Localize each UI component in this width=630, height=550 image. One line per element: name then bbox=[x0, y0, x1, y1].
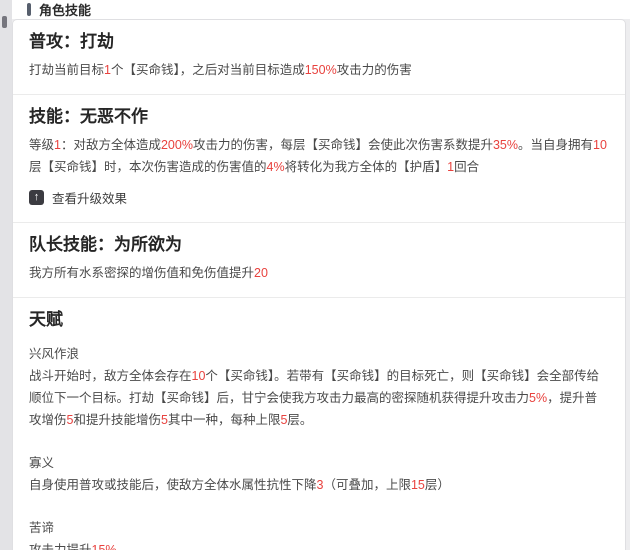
talent-description: 自身使用普攻或技能后，使敌方全体水属性抗性下降3（可叠加，上限15层） bbox=[29, 478, 450, 492]
talent-item: 苦谛 攻击力提升15% bbox=[29, 517, 609, 550]
talent-name: 苦谛 bbox=[29, 521, 55, 535]
scrollbar-thumb[interactable] bbox=[2, 16, 7, 28]
talents-heading: 天赋 bbox=[29, 310, 63, 329]
section-skill: 技能：无恶不作 等级1：对敌方全体造成200%攻击力的伤害，每层【买命钱】会使此… bbox=[13, 94, 625, 222]
left-scrollbar-track bbox=[0, 0, 12, 550]
talent-item: 寡义 自身使用普攻或技能后，使敌方全体水属性抗性下降3（可叠加，上限15层） bbox=[29, 452, 609, 496]
talent-description: 攻击力提升15% bbox=[29, 543, 117, 550]
normal-attack-heading: 普攻：打劫 bbox=[29, 32, 114, 51]
view-upgrade-button[interactable]: 查看升级效果 bbox=[29, 188, 127, 207]
normal-attack-description: 打劫当前目标1个【买命钱】，之后对当前目标造成150%攻击力的伤害 bbox=[29, 63, 412, 77]
page-title: 角色技能 bbox=[39, 3, 92, 18]
skill-description: 等级1：对敌方全体造成200%攻击力的伤害，每层【买命钱】会使此次伤害系数提升3… bbox=[29, 138, 607, 174]
section-header-bar: 角色技能 bbox=[12, 0, 630, 19]
talent-item: 兴风作浪 战斗开始时，敌方全体会存在10个【买命钱】。若带有【买命钱】的目标死亡… bbox=[29, 343, 609, 431]
heading-accent-bar bbox=[27, 3, 31, 16]
talent-name: 兴风作浪 bbox=[29, 347, 80, 361]
talent-name: 寡义 bbox=[29, 456, 55, 470]
content-column: 角色技能 普攻：打劫 打劫当前目标1个【买命钱】，之后对当前目标造成150%攻击… bbox=[12, 0, 630, 550]
section-leader-skill: 队长技能：为所欲为 我方所有水系密探的增伤值和免伤值提升20 bbox=[13, 222, 625, 297]
arrow-up-icon bbox=[29, 190, 44, 205]
skill-heading: 技能：无恶不作 bbox=[29, 107, 148, 126]
leader-skill-description: 我方所有水系密探的增伤值和免伤值提升20 bbox=[29, 266, 268, 280]
talent-description: 战斗开始时，敌方全体会存在10个【买命钱】。若带有【买命钱】的目标死亡，则【买命… bbox=[29, 369, 600, 427]
section-talents: 天赋 兴风作浪 战斗开始时，敌方全体会存在10个【买命钱】。若带有【买命钱】的目… bbox=[13, 297, 625, 550]
skills-card: 普攻：打劫 打劫当前目标1个【买命钱】，之后对当前目标造成150%攻击力的伤害 … bbox=[12, 19, 626, 550]
page: 角色技能 普攻：打劫 打劫当前目标1个【买命钱】，之后对当前目标造成150%攻击… bbox=[0, 0, 630, 550]
leader-skill-heading: 队长技能：为所欲为 bbox=[29, 235, 182, 254]
section-normal-attack: 普攻：打劫 打劫当前目标1个【买命钱】，之后对当前目标造成150%攻击力的伤害 bbox=[13, 20, 625, 94]
view-upgrade-label: 查看升级效果 bbox=[52, 192, 128, 206]
